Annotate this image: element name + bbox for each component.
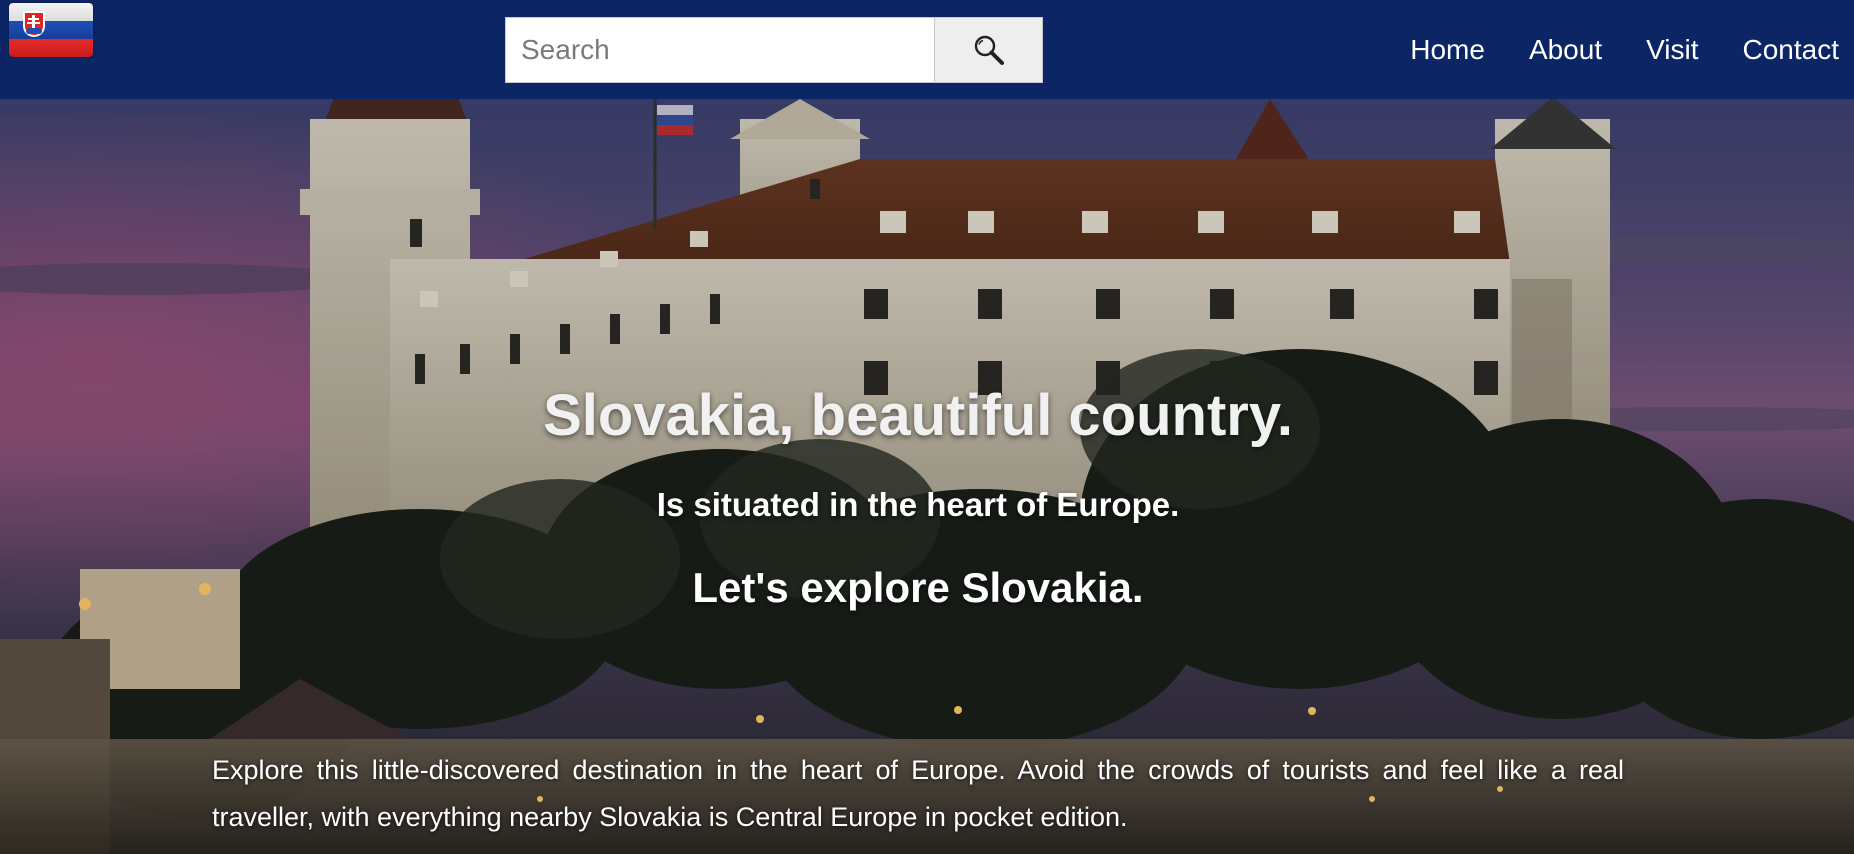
nav-link-contact[interactable]: Contact — [1721, 34, 1854, 66]
top-navigation-bar: Home About Visit Contact — [0, 0, 1854, 99]
hero-section: Slovakia, beautiful country. Is situated… — [0, 99, 1854, 854]
hero-tagline: Let's explore Slovakia. — [692, 564, 1144, 611]
magnifier-icon — [974, 35, 1004, 65]
slovak-flag-icon[interactable] — [9, 3, 93, 57]
hero-text-overlay: Slovakia, beautiful country. Is situated… — [0, 99, 1854, 854]
hero-description: Explore this little-discovered destinati… — [212, 755, 1624, 832]
search-button[interactable] — [935, 17, 1043, 83]
hero-title: Slovakia, beautiful country. — [543, 383, 1293, 448]
search-input[interactable] — [505, 17, 935, 83]
main-navigation: Home About Visit Contact — [1388, 0, 1854, 99]
nav-link-about[interactable]: About — [1507, 34, 1624, 66]
nav-link-visit[interactable]: Visit — [1624, 34, 1720, 66]
nav-link-home[interactable]: Home — [1388, 34, 1507, 66]
search-form — [505, 17, 1043, 83]
hero-subtitle: Is situated in the heart of Europe. — [656, 486, 1180, 523]
